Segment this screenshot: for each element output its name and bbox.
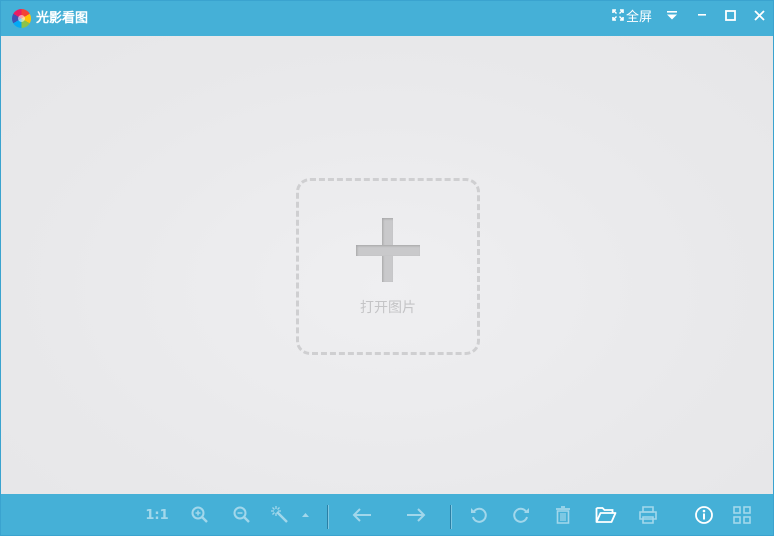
fullscreen-icon <box>612 9 624 21</box>
minimize-button[interactable] <box>691 1 713 29</box>
rotate-right-icon <box>513 507 529 523</box>
app-window: 光影看图 全屏 打开图片 1:1 <box>0 0 774 536</box>
zoom-in-icon <box>191 506 208 523</box>
auto-enhance-button[interactable] <box>267 502 293 528</box>
next-image-button[interactable] <box>403 502 429 528</box>
bottom-toolbar: 1:1 <box>1 494 773 535</box>
arrow-left-icon <box>352 508 371 522</box>
minimize-icon <box>698 14 706 16</box>
title-bar[interactable]: 光影看图 全屏 <box>1 1 773 36</box>
print-button[interactable] <box>635 502 661 528</box>
rotate-left-icon <box>471 507 487 523</box>
open-image-button[interactable]: 打开图片 <box>296 178 480 355</box>
app-logo-icon <box>12 9 31 28</box>
toolbar-divider <box>327 505 328 529</box>
magic-wand-icon <box>271 506 288 523</box>
arrow-right-icon <box>407 508 426 522</box>
delete-button[interactable] <box>550 502 576 528</box>
image-viewer-area[interactable]: 打开图片 <box>1 36 773 494</box>
open-image-label: 打开图片 <box>360 300 416 316</box>
image-info-button[interactable] <box>691 502 717 528</box>
folder-open-icon <box>595 507 617 523</box>
menu-button[interactable] <box>661 1 683 29</box>
previous-image-button[interactable] <box>349 502 375 528</box>
fullscreen-button[interactable]: 全屏 <box>609 1 655 29</box>
open-folder-button[interactable] <box>593 502 619 528</box>
actual-size-button[interactable]: 1:1 <box>144 502 170 528</box>
triangle-up-icon <box>302 513 309 517</box>
actual-size-label: 1:1 <box>145 507 169 523</box>
plus-icon <box>356 218 420 282</box>
grid-icon <box>733 506 751 524</box>
trash-icon <box>556 506 570 524</box>
rotate-right-button[interactable] <box>508 502 534 528</box>
menu-dropdown-icon <box>667 11 677 20</box>
fullscreen-label: 全屏 <box>625 9 652 25</box>
info-icon <box>695 506 713 524</box>
close-icon <box>753 9 765 21</box>
print-icon <box>639 506 657 524</box>
rotate-left-button[interactable] <box>466 502 492 528</box>
zoom-out-button[interactable] <box>229 502 255 528</box>
zoom-out-icon <box>233 506 250 523</box>
thumbnails-button[interactable] <box>729 502 755 528</box>
zoom-in-button[interactable] <box>187 502 213 528</box>
close-button[interactable] <box>747 1 771 29</box>
enhance-dropdown-button[interactable] <box>298 502 314 528</box>
toolbar-divider <box>450 505 451 529</box>
app-title: 光影看图 <box>36 11 89 26</box>
maximize-button[interactable] <box>719 1 741 29</box>
maximize-icon <box>724 9 736 21</box>
